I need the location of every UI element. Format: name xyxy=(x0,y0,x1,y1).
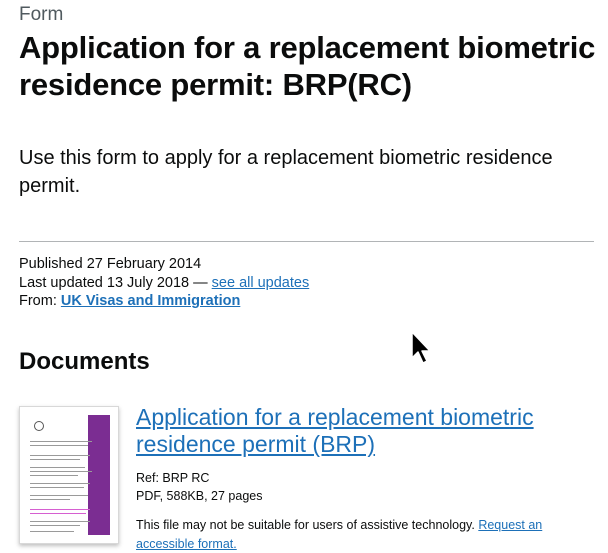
thumbnail-text-line xyxy=(30,441,92,442)
thumbnail-text-line xyxy=(30,445,88,446)
document-type-caption: Form xyxy=(19,4,64,25)
thumbnail-text-line xyxy=(30,525,80,526)
thumbnail-text-line xyxy=(30,471,92,472)
thumbnail-text-line xyxy=(30,487,84,488)
accessibility-note-text: This file may not be suitable for users … xyxy=(136,518,475,532)
thumbnail-purple-band xyxy=(88,415,110,535)
thumbnail-text-line xyxy=(30,483,90,484)
document-metadata: Ref: BRP RC PDF, 588KB, 27 pages xyxy=(136,470,262,505)
thumbnail-text-line xyxy=(30,459,80,460)
organisation-link[interactable]: UK Visas and Immigration xyxy=(61,293,240,309)
document-thumbnail[interactable] xyxy=(19,406,119,544)
document-title-link[interactable]: Application for a replacement biometric … xyxy=(136,404,596,458)
accessibility-note: This file may not be suitable for users … xyxy=(136,516,596,553)
divider xyxy=(19,241,594,242)
document-reference: Ref: BRP RC xyxy=(136,471,210,485)
last-updated-date: Last updated 13 July 2018 — xyxy=(19,274,208,291)
see-all-updates-link[interactable]: see all updates xyxy=(212,275,310,291)
thumbnail-text-line xyxy=(30,531,74,532)
thumbnail-page xyxy=(24,411,114,539)
thumbnail-text-line xyxy=(30,499,70,500)
page-title: Application for a replacement biometric … xyxy=(19,30,596,102)
thumbnail-text-line xyxy=(30,521,90,522)
lead-paragraph: Use this form to apply for a replacement… xyxy=(19,147,553,197)
metadata-block: Published 27 February 2014 Last updated … xyxy=(19,255,309,311)
thumbnail-text-line xyxy=(30,467,85,468)
thumbnail-pink-line xyxy=(30,513,86,514)
last-updated-row: Last updated 13 July 2018 — see all upda… xyxy=(19,274,309,293)
from-row: From: UK Visas and Immigration xyxy=(19,292,309,311)
crest-icon xyxy=(34,421,44,431)
published-date: Published 27 February 2014 xyxy=(19,256,202,272)
documents-heading: Documents xyxy=(19,348,150,375)
from-label: From: xyxy=(19,293,57,309)
thumbnail-pink-line xyxy=(30,509,90,510)
thumbnail-text-line xyxy=(30,455,90,456)
thumbnail-text-line xyxy=(30,495,88,496)
thumbnail-text-line xyxy=(30,475,78,476)
mouse-pointer-icon xyxy=(411,331,431,364)
document-file-info: PDF, 588KB, 27 pages xyxy=(136,488,263,503)
